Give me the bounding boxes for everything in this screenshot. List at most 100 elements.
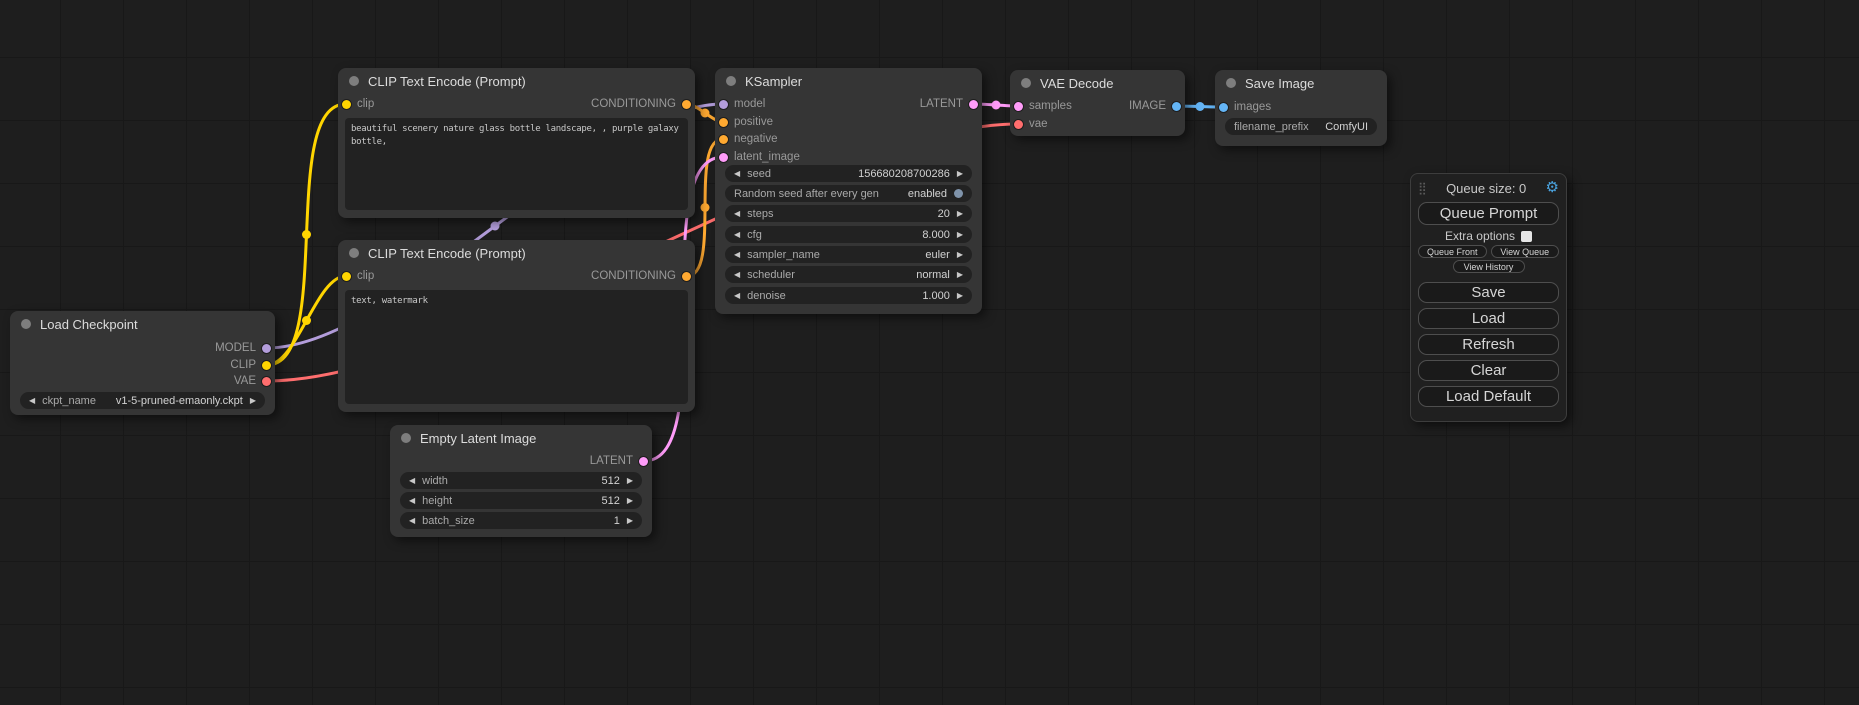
- slot-label: LATENT: [590, 455, 633, 467]
- decrement-arrow-icon[interactable]: ◀: [29, 392, 35, 409]
- decrement-arrow-icon[interactable]: ◀: [409, 512, 415, 529]
- sampler-name-widget[interactable]: ◀ sampler_name euler ▶: [725, 246, 972, 263]
- collapse-dot-icon[interactable]: [349, 76, 359, 86]
- steps-widget[interactable]: ◀ steps 20 ▶: [725, 205, 972, 222]
- prompt-textarea[interactable]: text, watermark: [345, 290, 688, 404]
- widget-value: ComfyUI: [1325, 121, 1368, 133]
- node-header[interactable]: Empty Latent Image: [390, 425, 652, 451]
- increment-arrow-icon[interactable]: ▶: [957, 205, 963, 222]
- batch-size-widget[interactable]: ◀ batch_size 1 ▶: [400, 512, 642, 529]
- decrement-arrow-icon[interactable]: ◀: [734, 165, 740, 182]
- load-button[interactable]: Load: [1418, 308, 1559, 329]
- node-clip-text-encode-positive[interactable]: CLIP Text Encode (Prompt) clip CONDITION…: [338, 68, 695, 218]
- increment-arrow-icon[interactable]: ▶: [627, 512, 633, 529]
- collapse-dot-icon[interactable]: [726, 76, 736, 86]
- decrement-arrow-icon[interactable]: ◀: [409, 492, 415, 509]
- increment-arrow-icon[interactable]: ▶: [957, 165, 963, 182]
- slot-label: positive: [734, 116, 773, 128]
- widget-label: seed: [747, 168, 771, 180]
- node-ksampler[interactable]: KSampler model positive negative latent_…: [715, 68, 982, 314]
- model-input-pin[interactable]: [719, 100, 728, 109]
- decrement-arrow-icon[interactable]: ◀: [409, 472, 415, 489]
- prompt-textarea[interactable]: beautiful scenery nature glass bottle la…: [345, 118, 688, 210]
- node-save-image[interactable]: Save Image images filename_prefix ComfyU…: [1215, 70, 1387, 146]
- seed-widget[interactable]: ◀ seed 156680208700286 ▶: [725, 165, 972, 182]
- input-slot-negative: negative: [719, 132, 777, 146]
- negative-input-pin[interactable]: [719, 135, 728, 144]
- random-seed-toggle-widget[interactable]: Random seed after every gen enabled: [725, 185, 972, 202]
- output-slot-conditioning: CONDITIONING: [591, 97, 691, 111]
- widget-label: cfg: [747, 229, 762, 241]
- latent-output-pin[interactable]: [639, 457, 648, 466]
- decrement-arrow-icon[interactable]: ◀: [734, 205, 740, 222]
- width-widget[interactable]: ◀ width 512 ▶: [400, 472, 642, 489]
- collapse-dot-icon[interactable]: [1021, 78, 1031, 88]
- node-header[interactable]: Load Checkpoint: [10, 311, 275, 337]
- height-widget[interactable]: ◀ height 512 ▶: [400, 492, 642, 509]
- increment-arrow-icon[interactable]: ▶: [957, 266, 963, 283]
- widget-value: 1.000: [922, 290, 950, 302]
- collapse-dot-icon[interactable]: [401, 433, 411, 443]
- toggle-knob-icon[interactable]: [954, 189, 963, 198]
- queue-front-button[interactable]: Queue Front: [1418, 245, 1487, 258]
- vae-input-pin[interactable]: [1014, 120, 1023, 129]
- conditioning-output-pin[interactable]: [682, 272, 691, 281]
- clear-button[interactable]: Clear: [1418, 360, 1559, 381]
- node-vae-decode[interactable]: VAE Decode samples vae IMAGE: [1010, 70, 1185, 136]
- samples-input-pin[interactable]: [1014, 102, 1023, 111]
- scheduler-widget[interactable]: ◀ scheduler normal ▶: [725, 266, 972, 283]
- extra-options-checkbox[interactable]: [1521, 231, 1532, 242]
- filename-prefix-widget[interactable]: filename_prefix ComfyUI: [1225, 118, 1377, 135]
- latent-image-input-pin[interactable]: [719, 153, 728, 162]
- increment-arrow-icon[interactable]: ▶: [957, 287, 963, 304]
- node-header[interactable]: Save Image: [1215, 70, 1387, 96]
- conditioning-output-pin[interactable]: [682, 100, 691, 109]
- cfg-widget[interactable]: ◀ cfg 8.000 ▶: [725, 226, 972, 243]
- increment-arrow-icon[interactable]: ▶: [627, 492, 633, 509]
- increment-arrow-icon[interactable]: ▶: [250, 392, 256, 409]
- save-button[interactable]: Save: [1418, 282, 1559, 303]
- node-empty-latent-image[interactable]: Empty Latent Image LATENT ◀ width 512 ▶ …: [390, 425, 652, 537]
- decrement-arrow-icon[interactable]: ◀: [734, 266, 740, 283]
- refresh-button[interactable]: Refresh: [1418, 334, 1559, 355]
- view-history-button[interactable]: View History: [1453, 260, 1525, 273]
- node-header[interactable]: KSampler: [715, 68, 982, 94]
- widget-label: width: [422, 475, 448, 487]
- link-midpoint-dot: [1196, 102, 1205, 111]
- collapse-dot-icon[interactable]: [21, 319, 31, 329]
- drag-handle-icon[interactable]: ⣿: [1418, 181, 1427, 195]
- decrement-arrow-icon[interactable]: ◀: [734, 287, 740, 304]
- queue-prompt-button[interactable]: Queue Prompt: [1418, 202, 1559, 225]
- clip-output-pin[interactable]: [262, 361, 271, 370]
- widget-value: 512: [601, 475, 619, 487]
- increment-arrow-icon[interactable]: ▶: [957, 226, 963, 243]
- settings-gear-icon[interactable]: ⚙: [1546, 179, 1559, 197]
- images-input-pin[interactable]: [1219, 103, 1228, 112]
- node-header[interactable]: CLIP Text Encode (Prompt): [338, 240, 695, 266]
- image-output-pin[interactable]: [1172, 102, 1181, 111]
- model-output-pin[interactable]: [262, 344, 271, 353]
- node-clip-text-encode-negative[interactable]: CLIP Text Encode (Prompt) clip CONDITION…: [338, 240, 695, 412]
- denoise-widget[interactable]: ◀ denoise 1.000 ▶: [725, 287, 972, 304]
- slot-label: negative: [734, 133, 777, 145]
- node-header[interactable]: CLIP Text Encode (Prompt): [338, 68, 695, 94]
- decrement-arrow-icon[interactable]: ◀: [734, 226, 740, 243]
- widget-label: denoise: [747, 290, 786, 302]
- extra-options-label: Extra options: [1445, 229, 1515, 243]
- increment-arrow-icon[interactable]: ▶: [627, 472, 633, 489]
- view-queue-button[interactable]: View Queue: [1491, 245, 1560, 258]
- clip-input-pin[interactable]: [342, 100, 351, 109]
- increment-arrow-icon[interactable]: ▶: [957, 246, 963, 263]
- node-header[interactable]: VAE Decode: [1010, 70, 1185, 96]
- vae-output-pin[interactable]: [262, 377, 271, 386]
- collapse-dot-icon[interactable]: [1226, 78, 1236, 88]
- node-load-checkpoint[interactable]: Load Checkpoint MODEL CLIP VAE ◀ ckpt_na…: [10, 311, 275, 415]
- decrement-arrow-icon[interactable]: ◀: [734, 246, 740, 263]
- load-default-button[interactable]: Load Default: [1418, 386, 1559, 407]
- clip-input-pin[interactable]: [342, 272, 351, 281]
- ckpt-name-widget[interactable]: ◀ ckpt_name v1-5-pruned-emaonly.ckpt ▶: [20, 392, 265, 409]
- latent-output-pin[interactable]: [969, 100, 978, 109]
- positive-input-pin[interactable]: [719, 118, 728, 127]
- graph-canvas[interactable]: Load Checkpoint MODEL CLIP VAE ◀ ckpt_na…: [0, 0, 1859, 705]
- collapse-dot-icon[interactable]: [349, 248, 359, 258]
